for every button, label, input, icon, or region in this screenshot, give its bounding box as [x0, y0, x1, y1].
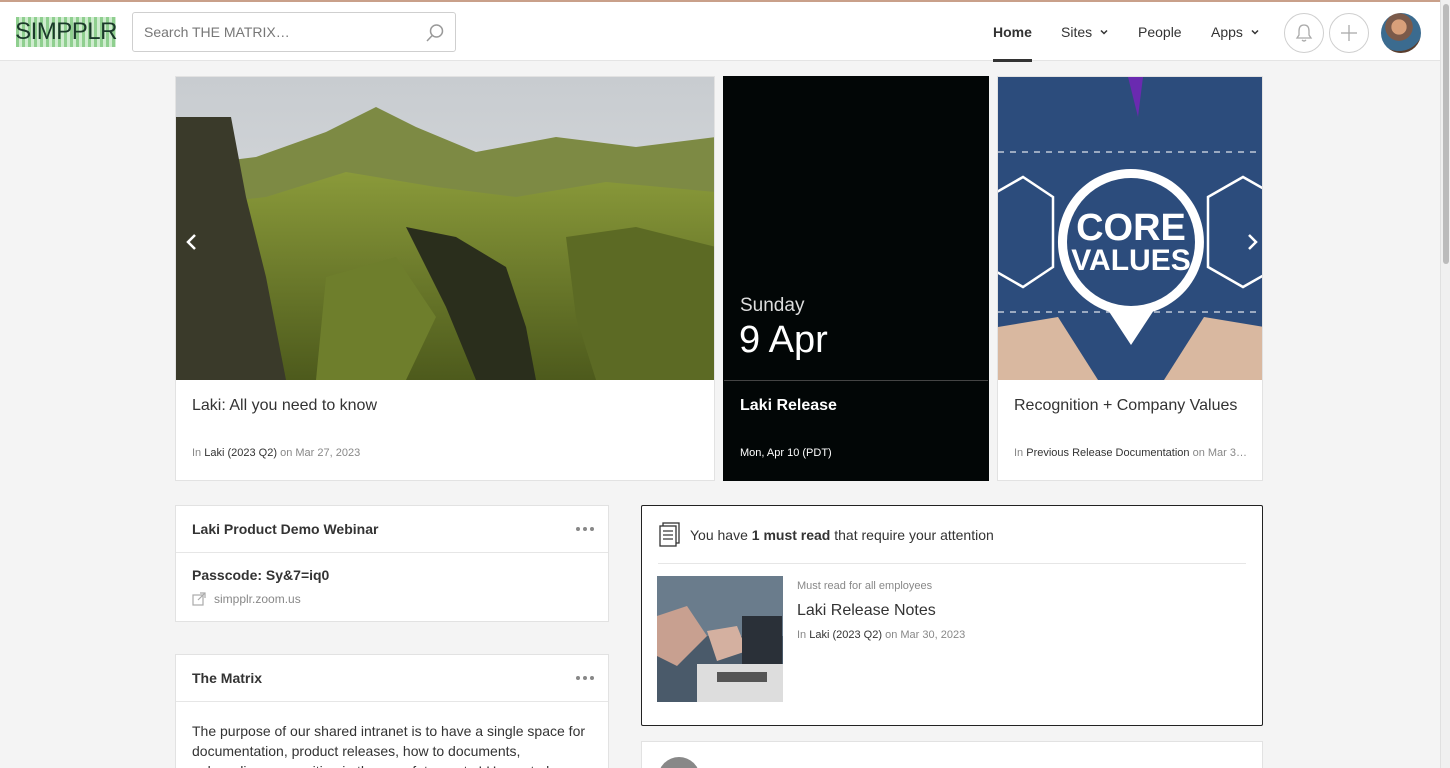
must-read-panel: You have 1 must read that require your a…	[641, 505, 1263, 726]
card-title[interactable]: Laki: All you need to know	[192, 397, 377, 415]
more-options-icon[interactable]	[576, 527, 594, 531]
search-box[interactable]	[132, 12, 456, 52]
event-day-name: Sunday	[740, 295, 805, 316]
scrollbar-thumb[interactable]	[1443, 4, 1449, 264]
article-thumbnail[interactable]	[657, 576, 783, 702]
carousel-card-event[interactable]: Sunday 9 Apr Laki Release Mon, Apr 10 (P…	[723, 76, 989, 481]
core-values-text: VALUES	[1071, 244, 1190, 277]
card-meta: In Laki (2023 Q2) on Mar 27, 2023	[192, 447, 361, 459]
event-date: 9 Apr	[739, 319, 828, 361]
nav-sites[interactable]: Sites	[1061, 2, 1109, 61]
matrix-description: The purpose of our shared intranet is to…	[192, 723, 586, 768]
plus-icon	[1341, 25, 1357, 41]
site-link[interactable]: Previous Release Documentation	[1026, 447, 1189, 459]
document-icon	[659, 522, 680, 547]
author-avatar[interactable]	[658, 757, 700, 768]
nav-apps[interactable]: Apps	[1211, 2, 1260, 61]
site-link[interactable]: Laki (2023 Q2)	[204, 447, 277, 459]
carousel-next-arrow[interactable]	[1242, 232, 1262, 252]
search-input[interactable]	[133, 13, 413, 51]
must-read-header: You have 1 must read that require your a…	[658, 522, 994, 548]
core-values-text: CORE	[1076, 207, 1186, 249]
matrix-widget: The Matrix The purpose of our shared int…	[175, 654, 609, 768]
page-scrollbar[interactable]	[1440, 0, 1450, 768]
must-read-title[interactable]: Laki Release Notes	[797, 602, 936, 620]
core-values-image: CORE VALUES	[998, 77, 1262, 380]
webinar-passcode: Passcode: Sy&7=iq0	[192, 567, 330, 583]
external-link-icon	[192, 592, 206, 606]
nav-people[interactable]: People	[1138, 2, 1182, 61]
more-options-icon[interactable]	[576, 676, 594, 680]
carousel-prev-arrow[interactable]	[182, 232, 202, 252]
create-button[interactable]	[1329, 13, 1369, 53]
top-navigation-bar: SIMPPLR Home Sites People Apps	[0, 0, 1440, 62]
carousel-card-values[interactable]: CORE VALUES Recognition + Company Values…	[997, 76, 1263, 481]
notifications-button[interactable]	[1284, 13, 1324, 53]
card-title[interactable]: Laki Release	[740, 397, 837, 415]
chevron-down-icon	[1100, 29, 1108, 35]
card-title[interactable]: Recognition + Company Values	[1014, 397, 1237, 415]
widget-title: Laki Product Demo Webinar	[192, 521, 379, 537]
divider	[658, 563, 1246, 564]
chevron-down-icon	[1251, 29, 1259, 35]
webinar-widget: Laki Product Demo Webinar Passcode: Sy&7…	[175, 505, 609, 622]
webinar-link[interactable]: simpplr.zoom.us	[192, 592, 301, 606]
search-icon[interactable]	[425, 23, 445, 43]
carousel-card-laki[interactable]: Laki: All you need to know In Laki (2023…	[175, 76, 715, 481]
must-read-meta: In Laki (2023 Q2) on Mar 30, 2023	[797, 629, 966, 641]
landscape-image	[176, 77, 714, 380]
must-read-count: 1 must read	[751, 527, 831, 543]
event-datetime: Mon, Apr 10 (PDT)	[740, 447, 832, 459]
must-read-audience: Must read for all employees	[797, 580, 933, 592]
divider	[724, 380, 988, 381]
user-avatar[interactable]	[1381, 13, 1421, 53]
bell-icon	[1295, 24, 1313, 42]
site-link[interactable]: Laki (2023 Q2)	[809, 629, 882, 641]
widget-header: The Matrix	[176, 655, 608, 702]
nav-home[interactable]: Home	[993, 2, 1032, 62]
card-meta: In Previous Release Documentation on Mar…	[1014, 447, 1250, 459]
widget-title: The Matrix	[192, 670, 263, 686]
simpplr-logo[interactable]: SIMPPLR	[15, 17, 117, 47]
feed-post-card	[641, 741, 1263, 768]
widget-header: Laki Product Demo Webinar	[176, 506, 608, 553]
